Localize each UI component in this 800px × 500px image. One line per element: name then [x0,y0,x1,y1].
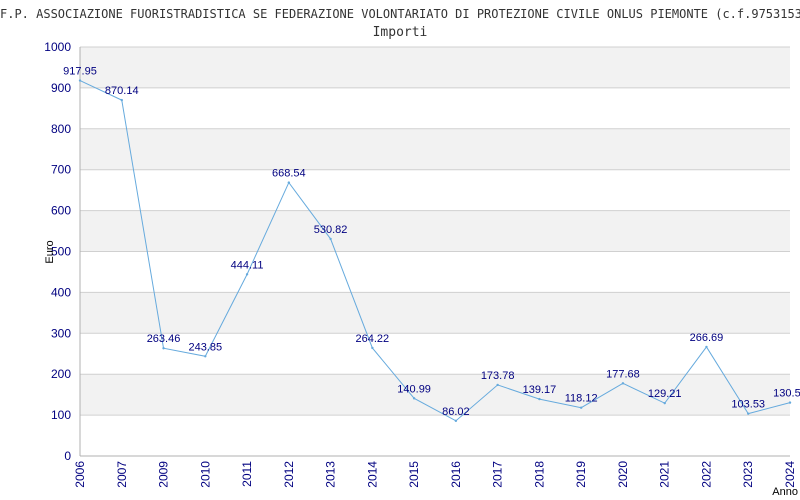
data-label: 917.95 [63,66,97,78]
x-tick-label: 2007 [115,461,129,488]
data-label: 668.54 [272,168,306,180]
data-point [78,79,82,82]
data-point [371,346,374,350]
x-axis-label: Anno [772,486,798,498]
grid-band [80,210,790,252]
y-tick-label: 800 [51,122,71,136]
x-tick-label: 2011 [240,461,254,487]
data-label: 130.50 [773,388,800,400]
y-tick-label: 0 [64,449,71,463]
grid-bands [80,47,790,416]
x-tick-label: 2024 [783,461,797,488]
y-tick-label: 700 [51,163,71,177]
data-point [329,237,332,241]
x-tick-label: 2013 [324,461,338,488]
x-tick-label: 2023 [741,461,755,488]
data-label: 103.53 [731,399,765,411]
data-label: 177.68 [606,368,640,380]
data-label: 243.85 [188,341,222,353]
grid-band [80,47,790,88]
data-label: 530.82 [314,224,348,236]
y-axis-label: Euro [44,240,56,263]
data-point [287,181,291,184]
data-point [663,401,666,405]
grid-band [80,292,790,334]
data-label: 118.12 [565,393,598,405]
x-tick-label: 2021 [658,461,672,488]
y-tick-label: 900 [51,81,71,95]
x-axis-ticks: 2006 2007 2009 2010 2011 2012 2013 2014 2015 2016… [73,461,797,488]
y-tick-label: 100 [51,408,71,422]
data-point [788,401,792,404]
data-label: 264.22 [356,333,390,345]
line-chart: 01002003004005006007008009001000 2006 200… [44,40,800,498]
data-point [204,355,207,358]
x-tick-label: 2020 [616,461,630,488]
grid-band [80,128,790,170]
data-point [454,419,458,423]
data-label: 140.99 [397,383,431,395]
x-tick-label: 2015 [407,461,421,488]
y-tick-label: 200 [51,367,71,381]
data-label: 173.78 [481,370,515,382]
data-label: 86.02 [442,406,470,418]
y-tick-label: 400 [51,285,71,299]
data-label: 266.69 [690,332,724,344]
data-point [705,345,708,349]
x-tick-label: 2016 [449,461,463,488]
data-point [412,397,416,400]
x-tick-label: 2012 [282,461,296,488]
data-label: 870.14 [105,85,139,97]
data-point [621,382,625,385]
data-point [579,406,583,409]
y-tick-label: 300 [51,326,71,340]
data-point [747,412,750,415]
x-tick-label: 2019 [574,461,588,488]
x-tick-label: 2017 [491,461,505,488]
data-label: 129.21 [648,388,682,400]
data-point [538,397,541,401]
data-label: 263.46 [147,333,181,345]
x-tick-label: 2014 [365,461,379,488]
y-tick-label: 1000 [44,40,71,54]
x-tick-label: 2006 [73,461,87,488]
x-tick-label: 2009 [157,461,171,488]
data-point [245,273,249,276]
data-point [162,347,165,350]
data-point [120,98,123,102]
x-tick-label: 2018 [532,461,546,488]
x-tick-label: 2010 [198,461,212,488]
data-label: 444.11 [231,259,264,271]
data-point [496,383,499,387]
data-label: 139.17 [523,384,557,396]
y-tick-label: 600 [51,204,71,218]
grid-band [80,374,790,416]
x-tick-label: 2022 [699,461,713,488]
